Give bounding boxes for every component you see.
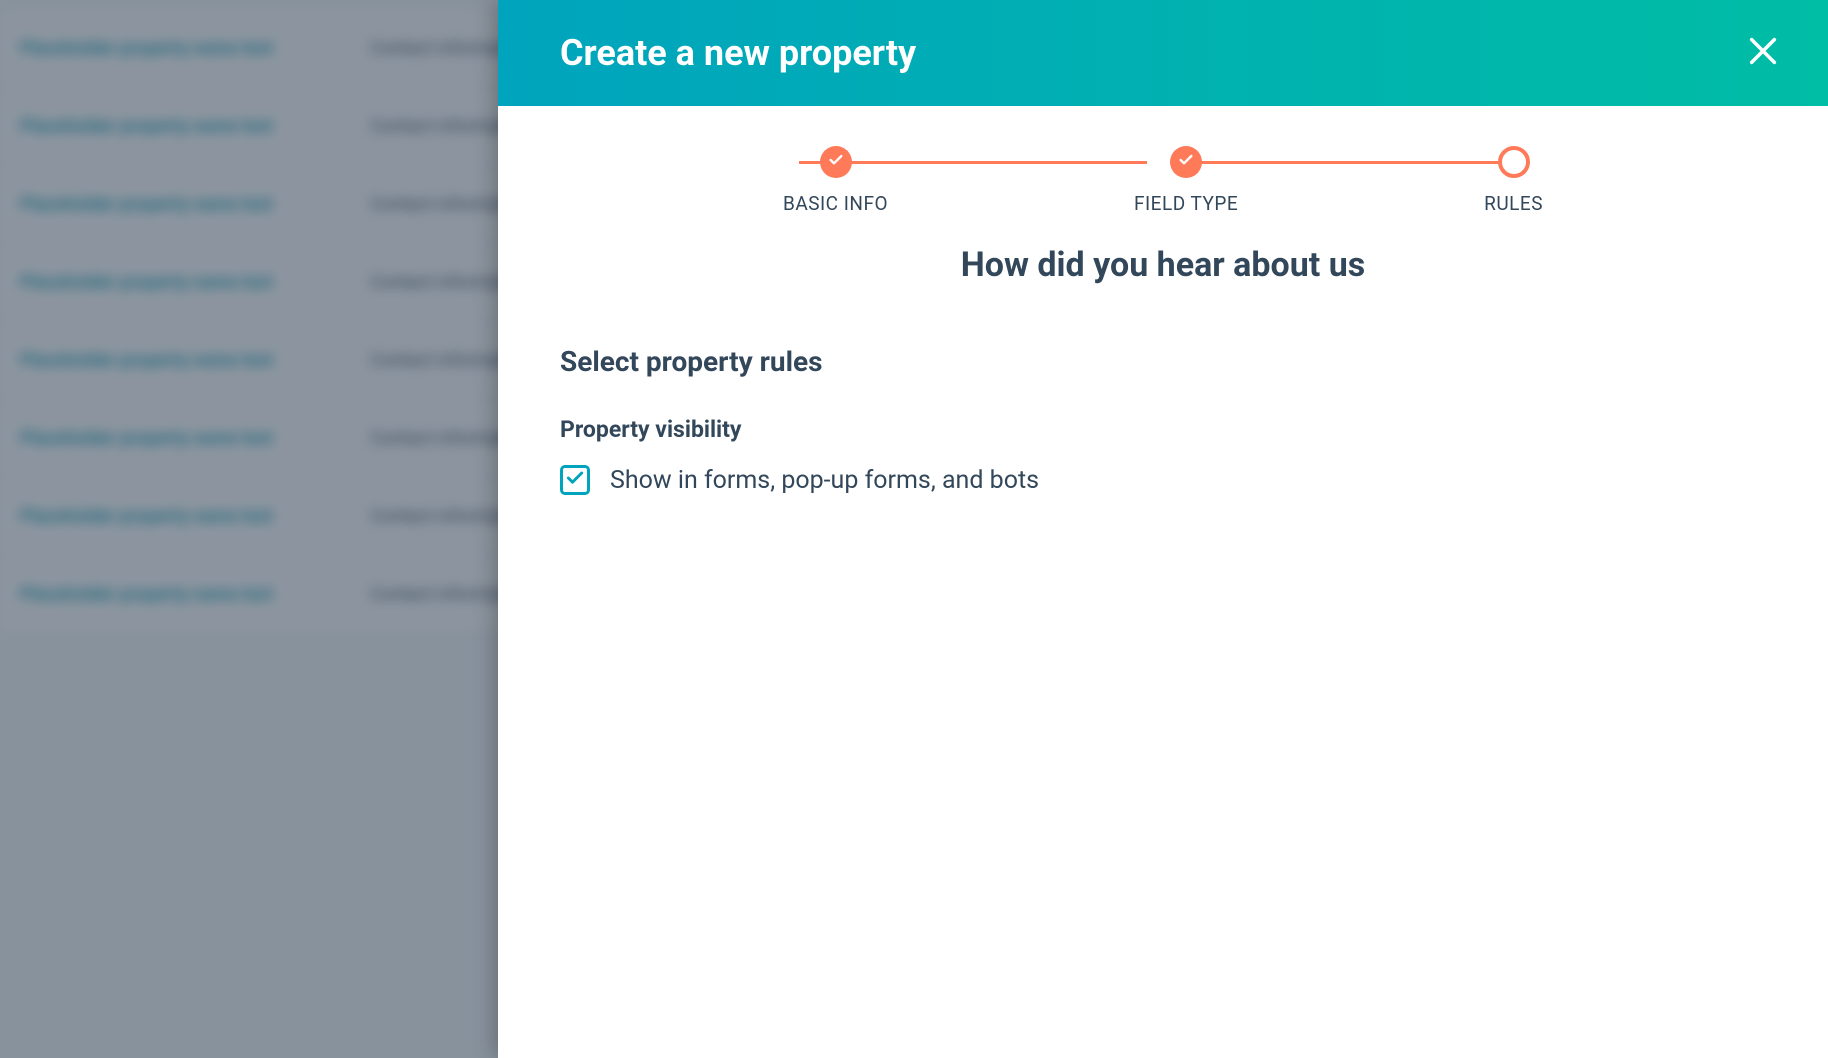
close-icon [1746,34,1780,72]
step-field-type[interactable]: FIELD TYPE [1134,146,1238,215]
panel-header: Create a new property [498,0,1828,106]
visibility-title: Property visibility [560,416,1766,443]
stepper: BASIC INFO FIELD TYPE RULES [783,146,1543,215]
step-label: RULES [1484,192,1543,215]
create-property-panel: Create a new property [498,0,1828,1058]
step-label: FIELD TYPE [1134,192,1238,215]
check-icon [565,468,585,492]
show-in-forms-checkbox[interactable] [560,465,590,495]
check-icon [828,152,844,172]
section-title: Select property rules [560,345,1766,378]
show-in-forms-label: Show in forms, pop-up forms, and bots [610,466,1039,495]
visibility-checkbox-row: Show in forms, pop-up forms, and bots [560,465,1766,495]
panel-title: Create a new property [560,32,916,74]
step-label: BASIC INFO [783,192,888,215]
step-basic-info[interactable]: BASIC INFO [783,146,888,215]
property-name-heading: How did you hear about us [560,245,1766,285]
check-icon [1178,152,1194,172]
step-rules[interactable]: RULES [1484,146,1543,215]
close-button[interactable] [1746,34,1780,72]
panel-body: BASIC INFO FIELD TYPE RULES How did you … [498,106,1828,1058]
